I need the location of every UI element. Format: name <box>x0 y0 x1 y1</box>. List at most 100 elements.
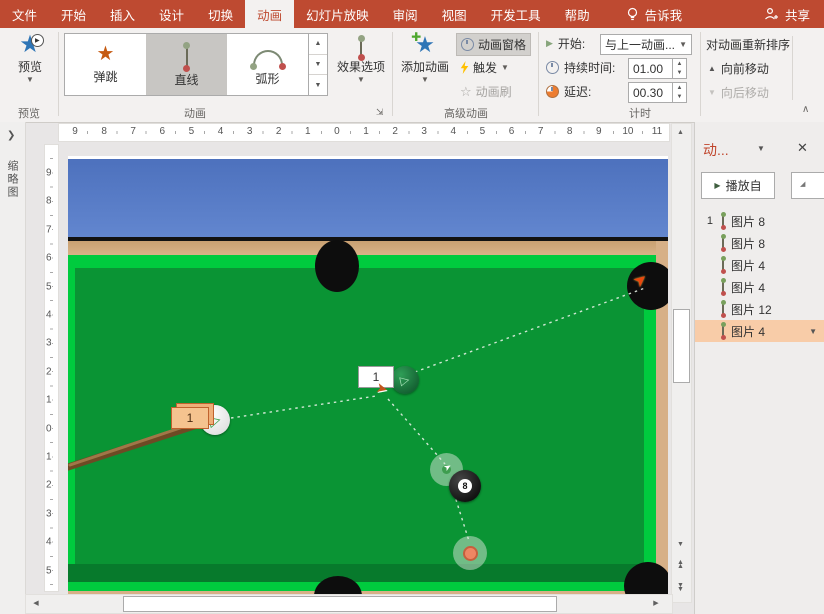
chevron-down-icon: ▼ <box>26 77 34 83</box>
animation-list-item[interactable]: 图片 8 <box>695 232 824 254</box>
gallery-item-arcs[interactable]: 弧形 <box>227 34 308 95</box>
lines-path-icon <box>186 47 188 67</box>
ruler-number: 6 <box>508 126 516 137</box>
duration-value: 01.00 <box>633 62 663 76</box>
motion-path-cueball[interactable] <box>231 396 376 418</box>
ruler-number: 4 <box>46 537 52 548</box>
duration-row: 持续时间: <box>546 59 615 76</box>
pane-dropdown-icon[interactable]: ▼ <box>757 144 765 153</box>
play-icon: ▶ <box>31 34 44 47</box>
animation-pane-button[interactable]: 动画窗格 <box>456 33 531 56</box>
move-later-button: ▼ 向后移动 <box>708 84 769 101</box>
animation-list-item[interactable]: 图片 4 <box>695 254 824 276</box>
ruler-number: 4 <box>217 126 225 137</box>
gallery-item-label: 直线 <box>174 71 198 88</box>
gallery-scroll-buttons: ▲ ▼ ▼ <box>308 34 327 95</box>
collapse-ribbon-button[interactable]: ∧ <box>802 104 809 115</box>
scroll-up-button[interactable]: ▲ <box>672 124 689 140</box>
animation-list-item[interactable]: 图片 12 <box>695 298 824 320</box>
start-row: ▶ 开始: <box>546 35 585 52</box>
green-ball[interactable]: ▷ <box>391 366 419 394</box>
slide-canvas[interactable]: ➤ ➤ 8 ▷ ▷ 1 1 ➤ <box>68 156 668 594</box>
group-label-animation: 动画 <box>64 105 326 121</box>
add-animation-label: 添加动画 <box>401 58 449 75</box>
vertical-scroll-thumb[interactable] <box>673 309 690 383</box>
vertical-scrollbar[interactable]: ▲ ▼ ▲▲ ▼▼ <box>671 123 692 603</box>
tab-help[interactable]: 帮助 <box>553 0 602 28</box>
ghost-ball-lower[interactable] <box>453 536 487 570</box>
dialog-launcher-icon[interactable]: ⇲ <box>376 107 384 118</box>
tab-file[interactable]: 文件 <box>0 0 49 28</box>
animation-number-badge-selected[interactable]: 1 <box>171 407 209 429</box>
tab-animations[interactable]: 动画 <box>245 0 294 28</box>
share-button[interactable]: 共享 <box>750 0 824 28</box>
motion-path-to-pocket[interactable] <box>415 288 645 372</box>
gallery-scroll-up[interactable]: ▲ <box>309 34 327 55</box>
red-endpoint-dot <box>463 546 478 561</box>
animation-list-item[interactable]: 1 图片 8 <box>695 210 824 232</box>
start-combo[interactable]: 与上一动画... ▼ <box>600 34 692 55</box>
pane-reorder-button-clipped[interactable]: ◢ <box>791 172 824 199</box>
pane-close-icon[interactable]: ✕ <box>797 140 808 156</box>
horizontal-scrollbar[interactable]: ◀ ▶ <box>25 594 673 614</box>
tab-home[interactable]: 开始 <box>49 0 98 28</box>
delay-spinner[interactable]: ▲▼ <box>672 82 687 103</box>
scroll-left-button[interactable]: ◀ <box>28 595 44 611</box>
tab-view[interactable]: 视图 <box>430 0 479 28</box>
ruler-number: 1 <box>304 126 312 137</box>
group-separator <box>392 32 393 116</box>
tell-me-box[interactable]: 告诉我 <box>616 0 693 28</box>
animation-list-item-selected[interactable]: 图片 4 ▼ <box>695 320 824 342</box>
expand-thumbnails-icon[interactable]: ❯ <box>7 130 15 141</box>
duration-clock-icon <box>546 61 559 74</box>
scroll-right-button[interactable]: ▶ <box>648 595 664 611</box>
animation-item-label: 图片 4 <box>731 257 765 274</box>
thumbnails-vertical-label[interactable]: 缩略图 <box>4 160 20 199</box>
item-dropdown-icon[interactable]: ▼ <box>809 327 817 336</box>
eight-ball[interactable]: 8 <box>449 470 481 502</box>
tab-developer[interactable]: 开发工具 <box>479 0 553 28</box>
scroll-down-button[interactable]: ▼ <box>672 536 689 552</box>
tab-slideshow[interactable]: 幻灯片放映 <box>294 0 381 28</box>
next-slide-button[interactable]: ▼▼ <box>672 580 689 596</box>
effect-options-button[interactable]: 效果选项 ▼ <box>332 36 390 83</box>
gallery-scroll-down[interactable]: ▼ <box>309 55 327 76</box>
tab-design[interactable]: 设计 <box>147 0 196 28</box>
gallery-item-lines[interactable]: 直线 <box>146 34 227 95</box>
ruler-number: 2 <box>46 480 52 491</box>
powerpoint-window: 文件 开始 插入 设计 切换 动画 幻灯片放映 审阅 视图 开发工具 帮助 告诉… <box>0 0 824 614</box>
motion-path-icon <box>722 325 724 337</box>
group-separator <box>792 36 793 100</box>
person-plus-icon <box>764 7 779 21</box>
ruler-number: 1 <box>46 395 52 406</box>
group-separator <box>58 32 59 116</box>
trigger-button[interactable]: 触发 ▼ <box>456 57 513 78</box>
preview-button[interactable]: ★ ▶ 预览 ▼ <box>8 34 52 83</box>
gallery-item-bounce[interactable]: ★ 弹跳 <box>65 34 146 95</box>
motion-path-down-1[interactable] <box>388 399 445 464</box>
ruler-number: 8 <box>100 126 108 137</box>
ruler-number: 9 <box>46 168 52 179</box>
animation-item-label: 图片 4 <box>731 323 765 340</box>
animation-list-item[interactable]: 图片 4 <box>695 276 824 298</box>
tab-transitions[interactable]: 切换 <box>196 0 245 28</box>
ruler-number: 7 <box>537 126 545 137</box>
duration-spinner[interactable]: ▲▼ <box>672 58 687 79</box>
triangle-down-icon: ▼ <box>708 88 716 97</box>
ruler-number: 10 <box>621 126 634 137</box>
ruler-number: 4 <box>450 126 458 137</box>
tab-insert[interactable]: 插入 <box>98 0 147 28</box>
play-from-button[interactable]: ▶ 播放自 <box>701 172 775 199</box>
gallery-more-button[interactable]: ▼ <box>309 75 327 95</box>
ruler-number: 0 <box>333 126 341 137</box>
move-earlier-button[interactable]: ▲ 向前移动 <box>708 60 769 77</box>
tab-review[interactable]: 审阅 <box>381 0 430 28</box>
animation-pane-icon <box>461 38 474 51</box>
horizontal-scroll-thumb[interactable] <box>123 596 557 612</box>
path-start-arrow-icon: ▷ <box>399 373 411 388</box>
add-animation-button[interactable]: ★ ✚ 添加动画 ▼ <box>398 34 452 83</box>
ruler-number: 5 <box>46 565 52 576</box>
ruler-number: 4 <box>46 310 52 321</box>
previous-slide-button[interactable]: ▲▲ <box>672 557 689 573</box>
triangle-up-icon: ▲ <box>708 64 716 73</box>
